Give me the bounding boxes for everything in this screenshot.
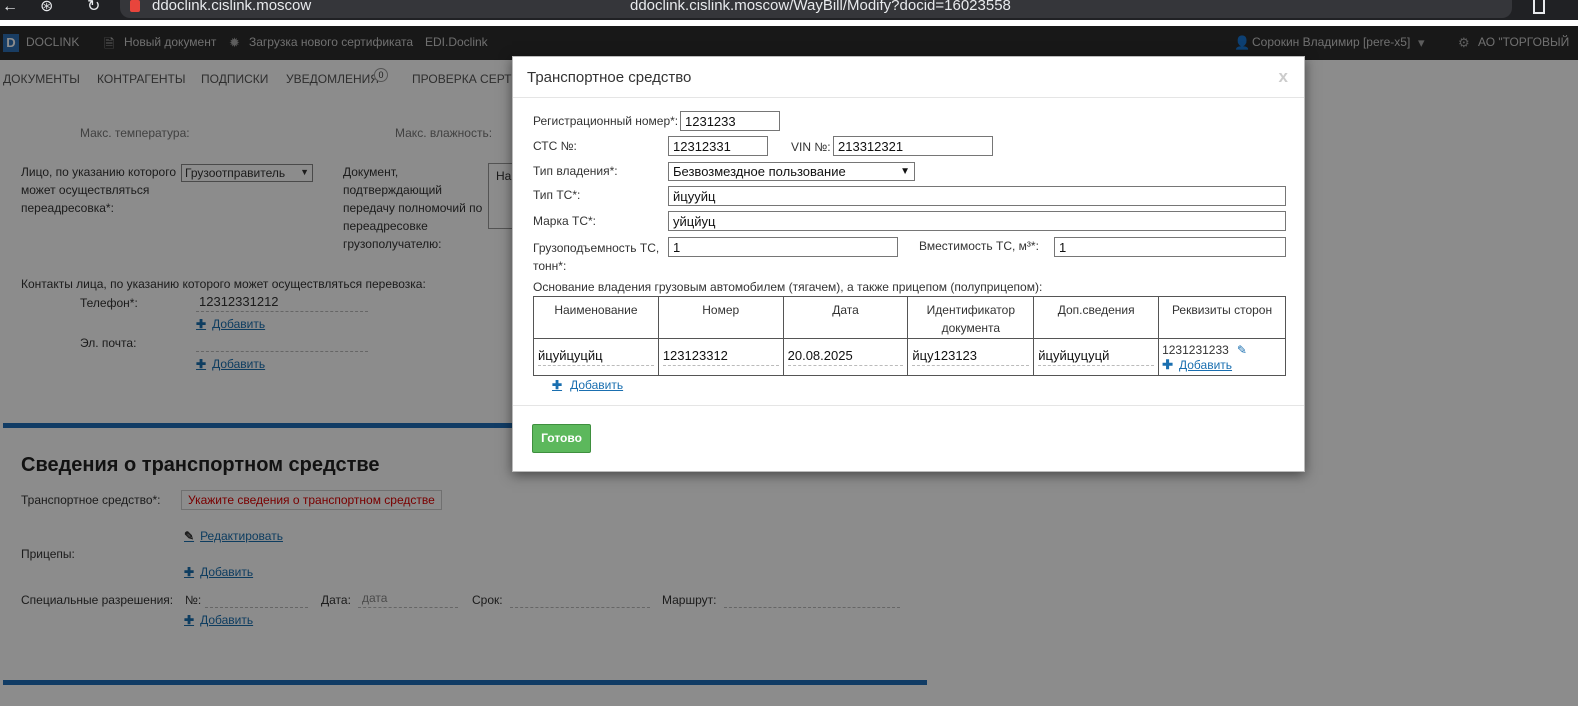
table-header-row: Наименование Номер Дата Идентификатор до… xyxy=(533,296,1286,339)
vehicle-modal: Транспортное средство x Регистрационный … xyxy=(512,56,1305,472)
close-icon[interactable]: x xyxy=(1279,67,1288,87)
back-icon[interactable]: ← xyxy=(2,0,18,15)
cell-doc-id-value: йцу123123 xyxy=(912,348,1030,366)
done-button[interactable]: Готово xyxy=(532,424,591,453)
browser-toolbar: ← ⊛ ↻ ddoclink.cislink.moscow ddoclink.c… xyxy=(0,0,1578,20)
col-doc-id: Идентификатор документа xyxy=(907,296,1035,339)
reg-number-input[interactable]: 1231233 xyxy=(680,111,780,131)
chevron-down-icon: ▼ xyxy=(900,166,910,177)
modal-title: Транспортное средство xyxy=(527,69,692,86)
add-basis-link[interactable]: ✚ Добавить xyxy=(552,378,623,392)
cell-doc-id[interactable]: йцу123123 xyxy=(907,338,1035,376)
vin-input[interactable]: 213312321 xyxy=(833,136,993,156)
url-host: ddoclink.cislink.moscow xyxy=(152,0,312,14)
basis-label: Основание владения грузовым автомобилем … xyxy=(533,280,1043,294)
table-row: йцуйцуцйц 123123312 20.08.2025 йцу123123… xyxy=(533,338,1286,376)
col-date: Дата xyxy=(782,296,909,339)
url-full: ddoclink.cislink.moscow/WayBill/Modify?d… xyxy=(630,0,1011,14)
pencil-icon[interactable]: ✎ xyxy=(1237,343,1247,357)
extension-icon[interactable]: ⊛ xyxy=(40,0,53,15)
vehicle-type-input[interactable]: йцууйц xyxy=(668,186,1286,206)
plus-icon: ✚ xyxy=(1162,356,1173,372)
cell-date-value: 20.08.2025 xyxy=(787,348,904,366)
capacity-input[interactable]: 1 xyxy=(668,237,898,257)
cell-extra[interactable]: йцуйцуцуцй xyxy=(1033,338,1160,376)
sts-label: СТС №: xyxy=(533,139,577,153)
plus-icon: ✚ xyxy=(552,378,563,392)
basis-table: Наименование Номер Дата Идентификатор до… xyxy=(533,296,1286,376)
site-warning-icon[interactable] xyxy=(130,0,140,12)
cell-date[interactable]: 20.08.2025 xyxy=(782,338,909,376)
address-bar[interactable]: ddoclink.cislink.moscow ddoclink.cislink… xyxy=(120,0,1512,18)
reg-number-label: Регистрационный номер*: xyxy=(533,114,679,128)
col-name: Наименование xyxy=(533,296,659,339)
capacity-label: Грузоподъемность ТС, тонн*: xyxy=(533,241,660,273)
vin-label: VIN №: xyxy=(791,140,831,154)
ownership-label: Тип владения*: xyxy=(533,164,618,178)
cell-extra-value: йцуйцуцуцй xyxy=(1038,348,1155,366)
modal-footer-divider xyxy=(513,405,1304,406)
brand-input[interactable]: уйцйуц xyxy=(668,211,1286,231)
cell-number-value: 123123312 xyxy=(662,348,779,366)
volume-input[interactable]: 1 xyxy=(1054,237,1286,257)
cell-requisites: 1231231233 ✎ ✚ Добавить xyxy=(1158,338,1286,376)
ownership-select[interactable]: Безвозмездное пользование ▼ xyxy=(668,162,915,181)
bookmark-icon[interactable] xyxy=(1533,0,1545,14)
volume-label: Вместимость ТС, м³*: xyxy=(919,239,1039,253)
brand-label: Марка ТС*: xyxy=(533,214,596,228)
sts-input[interactable]: 12312331 xyxy=(668,136,768,156)
col-extra: Доп.сведения xyxy=(1033,296,1160,339)
modal-header: Транспортное средство x xyxy=(513,57,1304,98)
add-requisite-link[interactable]: Добавить xyxy=(1179,358,1232,372)
vehicle-type-label: Тип ТС*: xyxy=(533,188,581,202)
col-requisites: Реквизиты сторон xyxy=(1158,296,1286,339)
requisites-value: 1231231233 xyxy=(1162,342,1229,357)
col-number: Номер xyxy=(657,296,784,339)
cell-name[interactable]: йцуйцуцйц xyxy=(533,338,659,376)
ownership-value: Безвозмездное пользование xyxy=(673,164,846,179)
add-basis-label: Добавить xyxy=(570,378,624,392)
cell-number[interactable]: 123123312 xyxy=(657,338,784,376)
cell-name-value: йцуйцуцйц xyxy=(538,348,654,366)
reload-icon[interactable]: ↻ xyxy=(87,0,100,15)
